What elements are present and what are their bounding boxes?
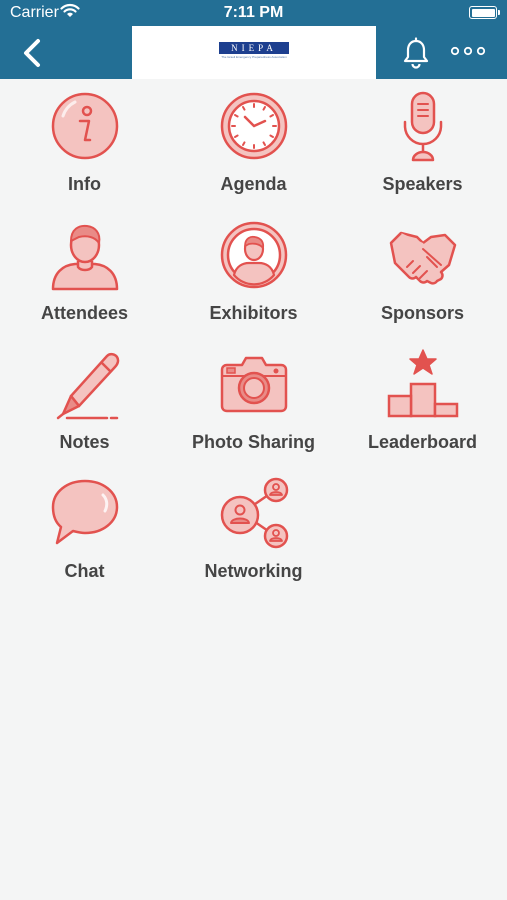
tile-leaderboard[interactable]: Leaderboard <box>338 343 507 468</box>
tile-info[interactable]: Info <box>0 85 169 210</box>
network-icon <box>220 477 288 549</box>
tile-label: Notes <box>59 432 110 452</box>
back-button[interactable] <box>18 36 48 70</box>
logo-tagline: The Israeli Emergency Preparedness Assoc… <box>221 54 287 59</box>
chat-bubble-icon <box>51 479 118 545</box>
tile-label: Chat <box>64 561 105 581</box>
event-logo: NIEPA The Israeli Emergency Preparedness… <box>132 26 376 79</box>
tile-label: Leaderboard <box>367 432 478 452</box>
microphone-icon <box>403 91 442 162</box>
camera-icon <box>220 356 287 413</box>
tile-chat[interactable]: Chat <box>0 472 169 597</box>
notifications-bell-icon[interactable] <box>402 37 430 69</box>
tile-exhibitors[interactable]: Exhibitors <box>169 214 338 339</box>
tile-networking[interactable]: Networking <box>169 472 338 597</box>
handshake-icon <box>389 231 456 285</box>
pen-icon <box>56 352 119 420</box>
tile-photo-sharing[interactable]: Photo Sharing <box>169 343 338 468</box>
tile-label: Photo Sharing <box>192 432 315 452</box>
person-icon <box>51 224 118 291</box>
status-time: 7:11 PM <box>223 4 284 21</box>
info-icon <box>51 92 118 160</box>
podium-icon <box>387 349 458 418</box>
tile-agenda[interactable]: Agenda <box>169 85 338 210</box>
clock-icon <box>220 92 287 160</box>
top-bar: Carrier 7:11 PM NIEPA The Israeli Emerge… <box>0 0 507 79</box>
tile-label: Agenda <box>220 174 287 194</box>
more-options-icon[interactable] <box>450 44 486 58</box>
tile-label: Sponsors <box>380 303 464 323</box>
tile-notes[interactable]: Notes <box>0 343 169 468</box>
tile-label: Networking <box>204 561 303 581</box>
person-circle-icon <box>220 221 287 289</box>
tile-label: Attendees <box>40 303 129 323</box>
tile-label: Exhibitors <box>209 303 298 323</box>
tile-label: Speakers <box>382 174 463 194</box>
tile-label: Info <box>68 174 101 194</box>
tile-speakers[interactable]: Speakers <box>338 85 507 210</box>
tile-attendees[interactable]: Attendees <box>0 214 169 339</box>
tile-sponsors[interactable]: Sponsors <box>338 214 507 339</box>
logo-word: NIEPA <box>219 41 289 54</box>
battery-icon <box>469 6 500 19</box>
niepa-logo: NIEPA The Israeli Emergency Preparedness… <box>219 41 289 64</box>
status-bar: Carrier 7:11 PM <box>0 0 507 26</box>
